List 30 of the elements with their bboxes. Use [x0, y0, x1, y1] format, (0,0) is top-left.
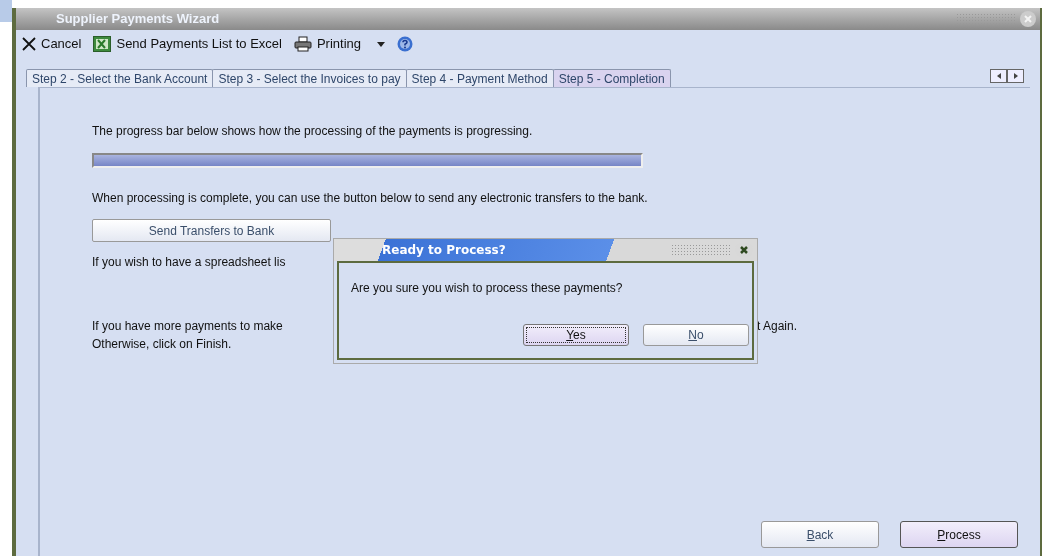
- instruction-text: If you have more payments to make: [92, 318, 283, 335]
- instruction-text: Otherwise, click on Finish.: [92, 336, 232, 353]
- instruction-text: If you wish to have a spreadsheet lis: [92, 254, 287, 271]
- scroll-right-button[interactable]: [1007, 69, 1024, 83]
- tab[interactable]: Step 5 - Completion: [552, 69, 671, 87]
- close-icon: [22, 37, 36, 51]
- caret-icon[interactable]: [377, 41, 386, 47]
- send-to-excel-button[interactable]: Send Payments List to Excel: [93, 34, 282, 54]
- dialog-message: Are you sure you wish to process these payments?: [351, 280, 624, 297]
- printer-icon: [293, 36, 312, 52]
- cancel-button[interactable]: Cancel: [22, 34, 82, 54]
- help-icon[interactable]: [397, 36, 414, 52]
- instruction-text: When processing is complete, you can use the button below to send any electronic transfers to the bank.: [92, 190, 649, 207]
- printing-button[interactable]: Printing: [293, 34, 362, 54]
- background-window-edge: [0, 0, 12, 22]
- tab[interactable]: Step 4 - Payment Method: [405, 69, 554, 87]
- dialog-title: Ready to Process?: [382, 242, 506, 259]
- no-button[interactable]: No: [643, 324, 749, 346]
- scroll-left-button[interactable]: [990, 69, 1007, 83]
- back-button[interactable]: Back: [761, 521, 879, 548]
- left-arrow-icon: [996, 73, 1001, 79]
- window-title: Supplier Payments Wizard: [56, 10, 220, 29]
- process-button[interactable]: Process: [900, 521, 1018, 548]
- right-arrow-icon: [1013, 73, 1018, 79]
- tab[interactable]: Step 3 - Select the Invoices to pay: [212, 69, 407, 87]
- spreadsheet-icon: [93, 36, 112, 52]
- yes-button[interactable]: Yes: [523, 324, 629, 346]
- instruction-text: The progress bar below shows how the processing of the payments is progressing.: [92, 123, 534, 140]
- tab[interactable]: Step 2 - Select the Bank Account: [26, 69, 214, 87]
- send-transfers-button[interactable]: Send Transfers to Bank: [92, 219, 331, 242]
